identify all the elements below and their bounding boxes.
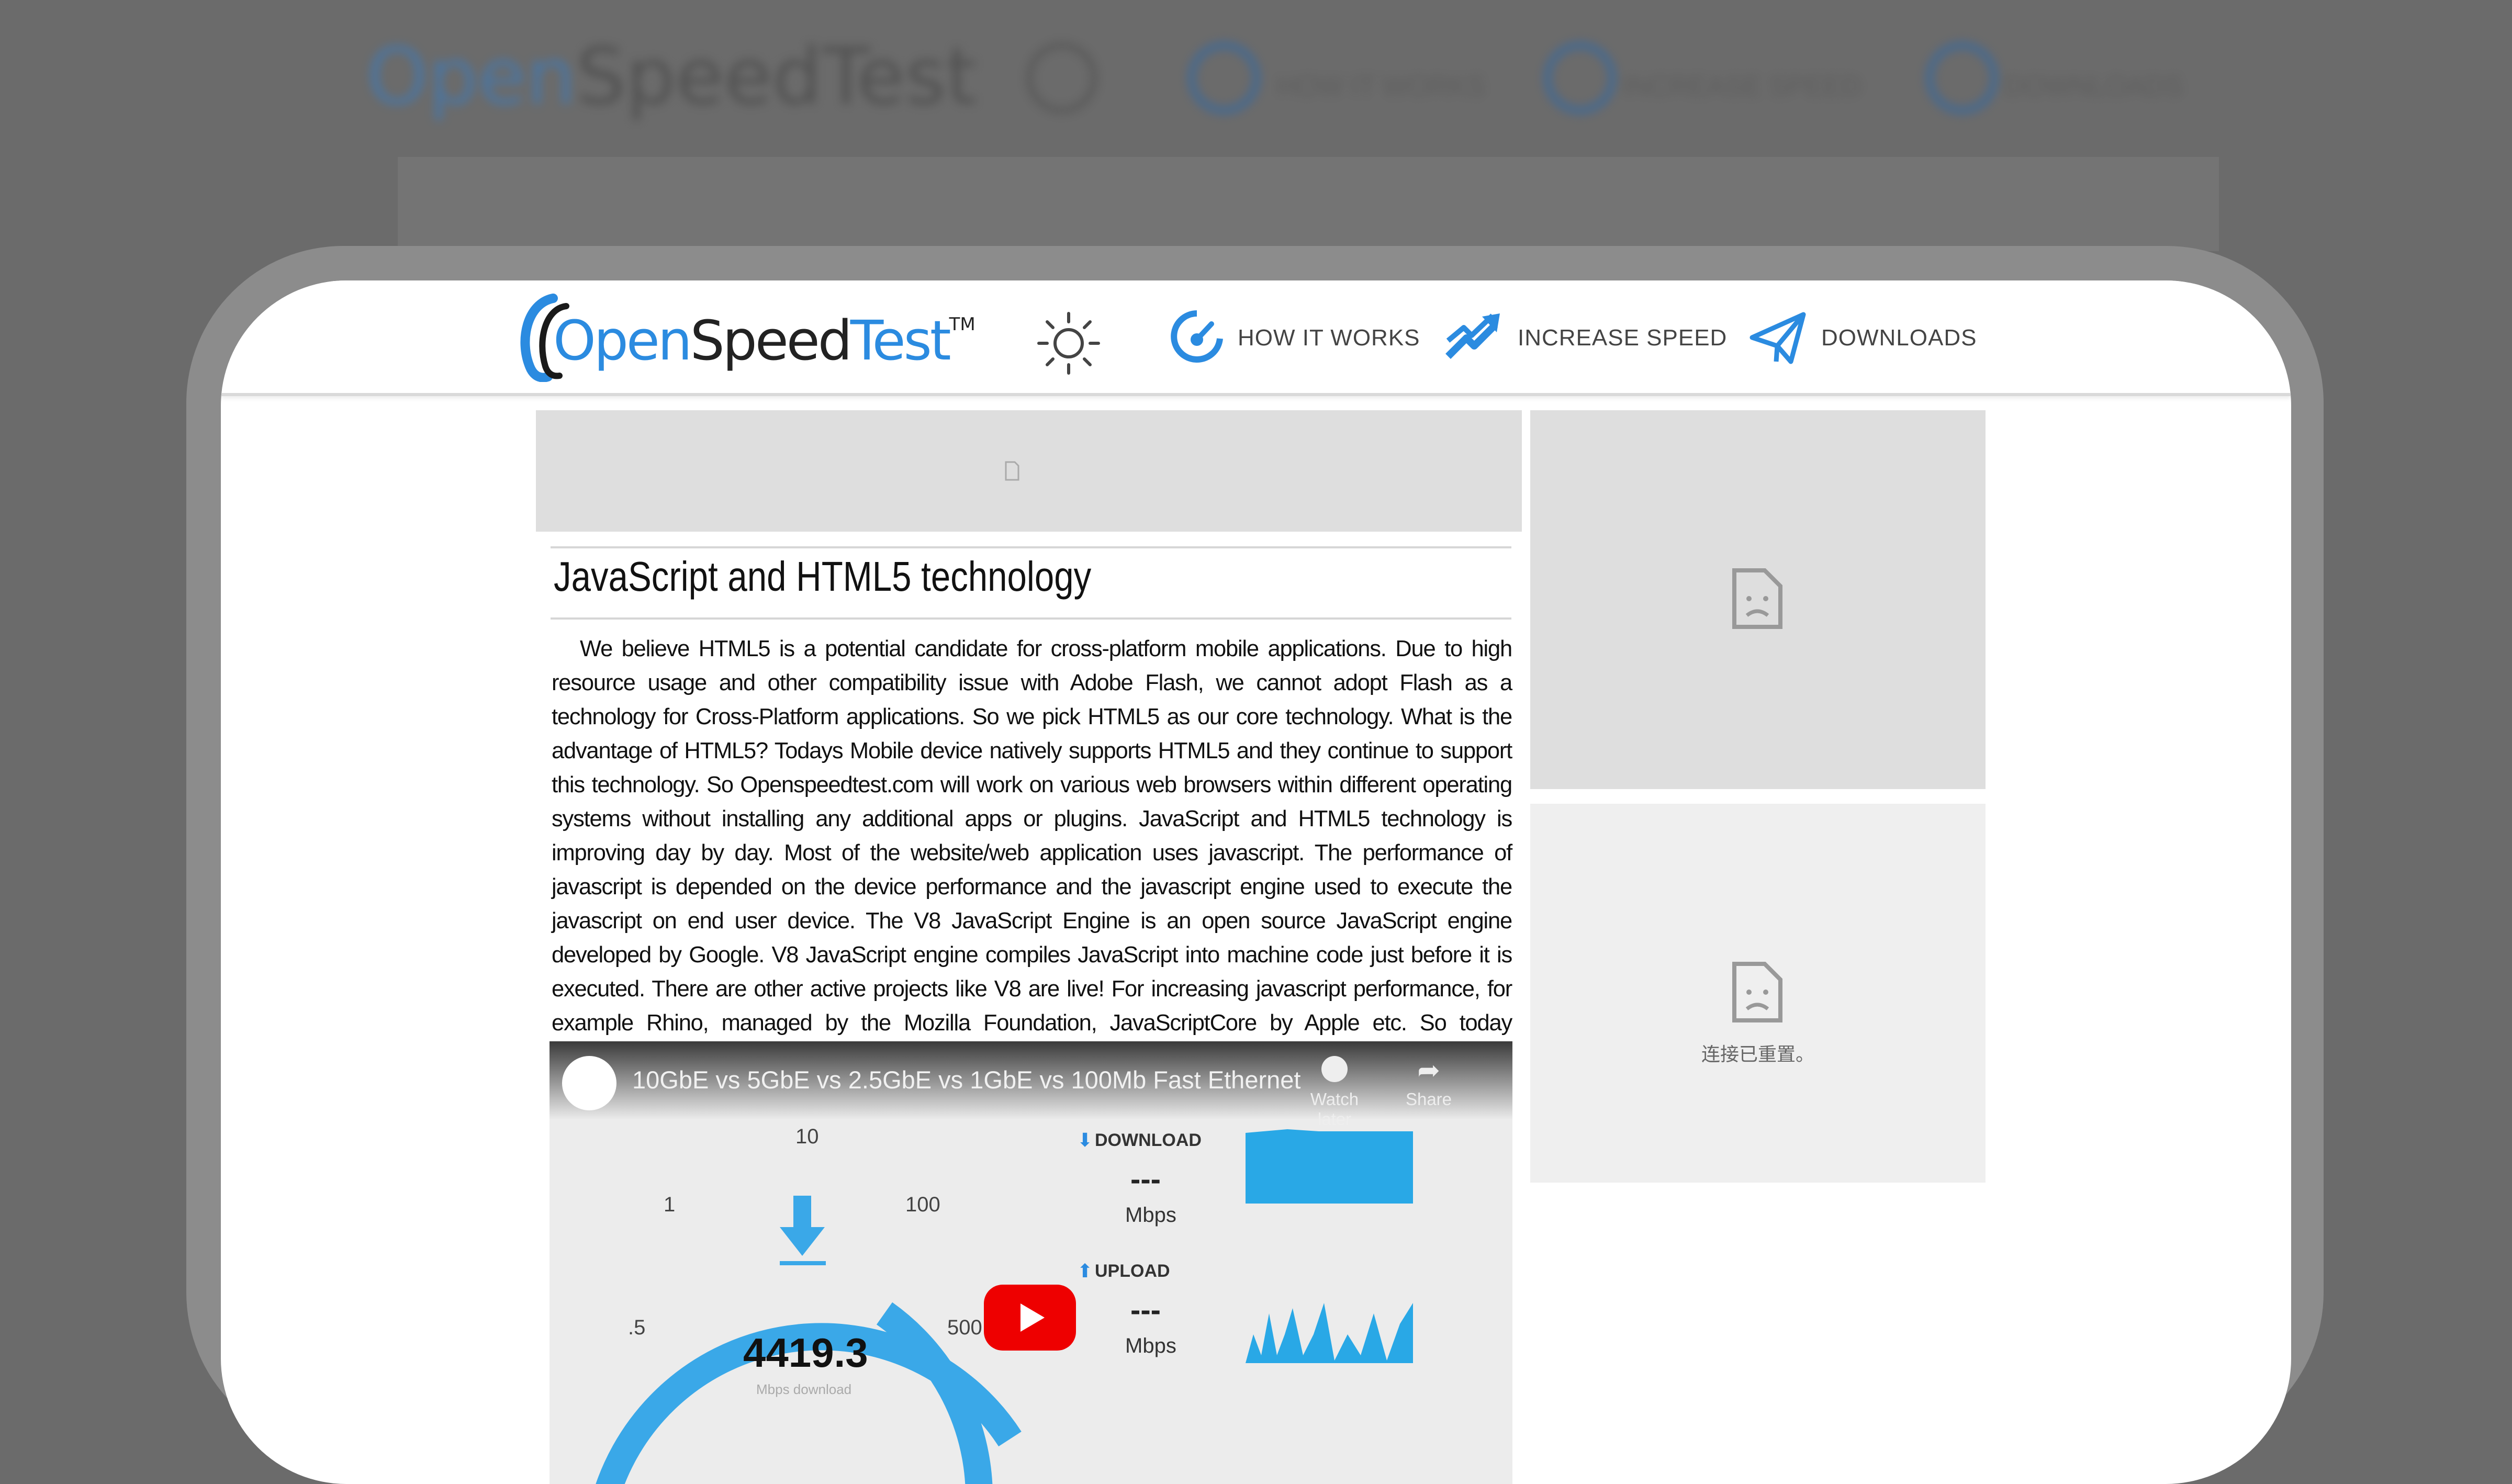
speed-caption: Mbps download (756, 1381, 852, 1397)
gauge-tick-10: 10 (795, 1125, 819, 1148)
sun-icon (1037, 312, 1100, 375)
title-top-divider (551, 546, 1511, 548)
upload-value: --- (1130, 1293, 1161, 1327)
article-title: JavaScript and HTML5 technology (554, 553, 1092, 600)
side-ad-placeholder-2[interactable]: 连接已重置。 (1530, 804, 1986, 1183)
speed-value: 4419.3 (743, 1330, 868, 1376)
title-bottom-divider (551, 617, 1511, 620)
channel-avatar[interactable] (562, 1056, 616, 1110)
gauge-tick-1: 1 (664, 1193, 676, 1216)
theme-toggle-button[interactable] (1035, 309, 1103, 377)
download-value: --- (1130, 1162, 1161, 1196)
article-body: We believe HTML5 is a potential candidat… (552, 636, 1512, 1070)
gauge-tick-100: 100 (905, 1193, 940, 1216)
background-panel (398, 157, 2219, 251)
double-arrow-icon (1445, 313, 1500, 359)
share-button[interactable]: ➦ Share (1397, 1056, 1460, 1109)
top-ad-placeholder[interactable] (536, 410, 1522, 532)
upload-arrow-icon: ⬆ (1077, 1260, 1093, 1281)
clock-icon (1321, 1056, 1348, 1082)
share-label: Share (1405, 1089, 1452, 1109)
download-card: ⬇ DOWNLOAD --- Mbps (1057, 1115, 1497, 1266)
background-nav-how: HOW IT WORKS (1277, 71, 1485, 102)
background-logo: OpenSpeedTest (366, 31, 977, 122)
background-sun-icon (1026, 42, 1098, 114)
upload-label: UPLOAD (1095, 1261, 1170, 1281)
youtube-play-button[interactable] (984, 1285, 1076, 1351)
gauge-tick-500: 500 (947, 1316, 982, 1339)
download-unit: Mbps (1125, 1204, 1176, 1227)
gauge-tick-5: .5 (628, 1316, 646, 1339)
embedded-video[interactable]: 10GbE vs 5GbE vs 2.5GbE vs 1GbE vs 100Mb… (550, 1041, 1512, 1484)
background-speedometer-icon (1188, 42, 1260, 114)
download-arrow-icon: ⬇ (1077, 1129, 1093, 1151)
background-plane-icon (1926, 42, 1998, 114)
nav-how-it-works[interactable]: HOW IT WORKS (1171, 307, 1420, 369)
broken-document-icon (1005, 461, 1019, 481)
device-screen: OpenSpeedTestTM HOW IT WORKS INCREASE SP… (221, 280, 2291, 1484)
video-title[interactable]: 10GbE vs 5GbE vs 2.5GbE vs 1GbE vs 100Mb… (632, 1065, 1300, 1094)
side-ad-placeholder-1[interactable] (1530, 410, 1986, 789)
logo-wordmark: OpenSpeedTestTM (553, 309, 975, 373)
paper-plane-icon (1750, 312, 1806, 364)
sad-document-icon (1732, 962, 1782, 1022)
nav-increase-speed-label: INCREASE SPEED (1518, 325, 1728, 351)
download-label: DOWNLOAD (1095, 1130, 1202, 1150)
connection-reset-message: 连接已重置。 (1701, 1043, 1814, 1065)
background-arrow-icon (1544, 42, 1616, 114)
nav-downloads-label: DOWNLOADS (1821, 325, 1977, 351)
openspeedtest-logo[interactable]: OpenSpeedTestTM (517, 294, 975, 382)
background-nav-increase: INCREASE SPEED (1622, 71, 1861, 102)
upload-card: ⬆ UPLOAD --- Mbps (1057, 1245, 1497, 1397)
sad-document-icon (1732, 568, 1782, 629)
share-arrow-icon: ➦ (1417, 1055, 1440, 1086)
speedometer-icon (1171, 310, 1223, 363)
background-nav-downloads: DOWNLOADS (2004, 71, 2183, 102)
site-navbar: OpenSpeedTestTM HOW IT WORKS INCREASE SP… (221, 280, 2291, 396)
play-icon (1020, 1303, 1045, 1332)
nav-increase-speed[interactable]: INCREASE SPEED (1445, 307, 1727, 369)
upload-unit: Mbps (1125, 1334, 1176, 1357)
nav-downloads[interactable]: DOWNLOADS (1749, 307, 1977, 369)
nav-how-it-works-label: HOW IT WORKS (1238, 325, 1420, 351)
